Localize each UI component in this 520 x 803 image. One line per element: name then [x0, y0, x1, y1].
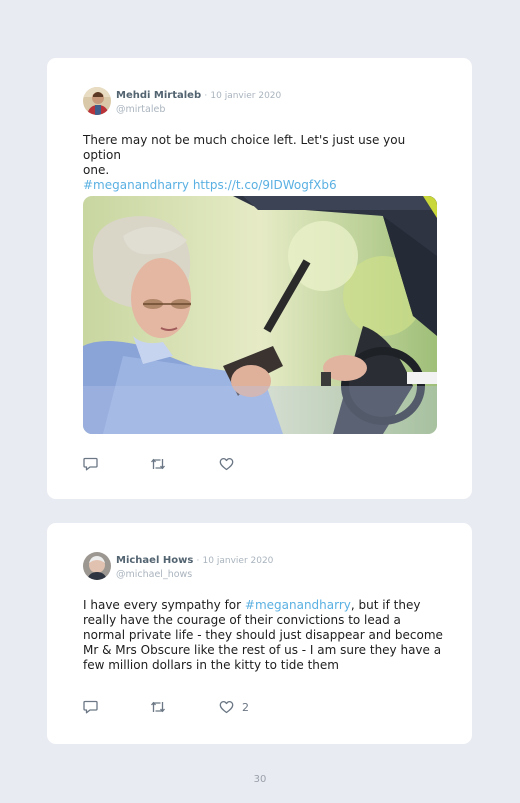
author-handle[interactable]: @mirtaleb: [116, 103, 281, 116]
retweet-button[interactable]: [150, 700, 166, 714]
meta-separator: ·: [204, 91, 208, 101]
tweet-text: There may not be much choice left. Let's…: [83, 133, 443, 193]
avatar-image: [83, 552, 111, 580]
tweet-links: #meganandharry https://t.co/9IDWogfXb6: [83, 178, 443, 193]
hashtag-link[interactable]: #meganandharry: [245, 598, 351, 612]
reply-button[interactable]: [83, 700, 98, 714]
tweet-text-prefix: I have every sympathy for: [83, 598, 245, 612]
retweet-icon: [151, 701, 165, 713]
retweet-icon: [151, 458, 165, 470]
avatar[interactable]: [83, 87, 111, 115]
tweet-card: Mehdi Mirtaleb · 10 janvier 2020 @mirtal…: [47, 58, 472, 499]
author-name[interactable]: Michael Hows: [116, 555, 193, 566]
meta-separator: ·: [196, 556, 200, 566]
tweet-card: Michael Hows · 10 janvier 2020 @michael_…: [47, 523, 472, 744]
like-count: 2: [242, 700, 249, 714]
tweet-date[interactable]: 10 janvier 2020: [203, 556, 274, 566]
hashtag-link[interactable]: #meganandharry: [83, 178, 189, 192]
tweet-image[interactable]: [83, 196, 437, 434]
tweet-text-line: one.: [83, 163, 110, 177]
avatar-image: [83, 87, 111, 115]
page-number: 30: [253, 774, 267, 785]
tweet-date[interactable]: 10 janvier 2020: [210, 91, 281, 101]
author-handle[interactable]: @michael_hows: [116, 568, 273, 581]
url-link[interactable]: https://t.co/9IDWogfXb6: [193, 178, 337, 192]
tweet-photo: [83, 196, 437, 434]
tweet-text: I have every sympathy for #meganandharry…: [83, 598, 443, 673]
reply-button[interactable]: [83, 457, 98, 471]
avatar[interactable]: [83, 552, 111, 580]
tweet-text-line: There may not be much choice left. Let's…: [83, 133, 406, 162]
tweet-meta: Mehdi Mirtaleb · 10 janvier 2020 @mirtal…: [116, 89, 281, 116]
tweet-actions: 2: [83, 700, 263, 714]
author-name[interactable]: Mehdi Mirtaleb: [116, 90, 201, 101]
like-button[interactable]: 2: [219, 700, 249, 714]
reply-icon: [83, 457, 98, 471]
like-icon: [219, 457, 234, 471]
like-icon: [219, 700, 234, 714]
tweet-actions: [83, 457, 243, 471]
retweet-button[interactable]: [150, 457, 166, 471]
reply-icon: [83, 700, 98, 714]
tweet-meta: Michael Hows · 10 janvier 2020 @michael_…: [116, 554, 273, 581]
like-button[interactable]: [219, 457, 234, 471]
